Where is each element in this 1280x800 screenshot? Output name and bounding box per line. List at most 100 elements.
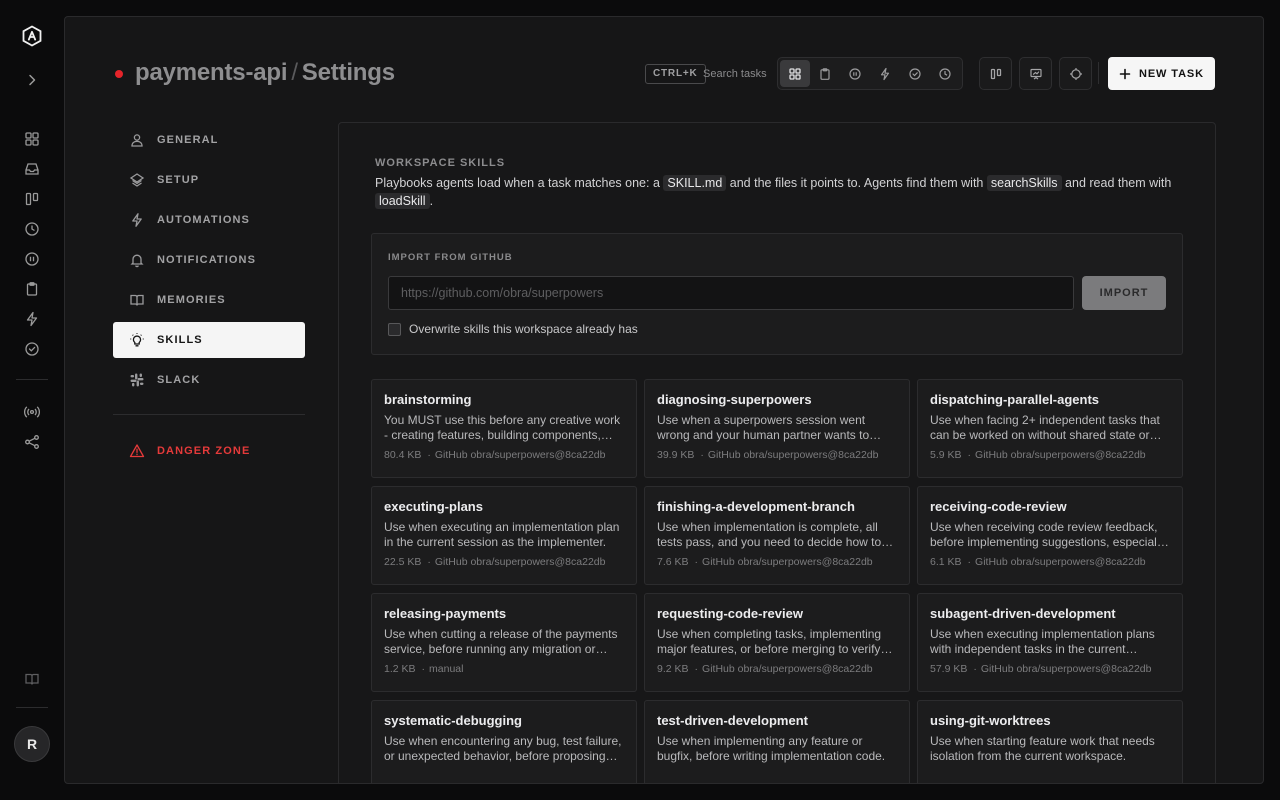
skill-description: Use when cutting a release of the paymen…: [384, 627, 618, 656]
skill-card[interactable]: dispatching-parallel-agents Use when faci…: [917, 379, 1183, 478]
share-icon[interactable]: [23, 433, 41, 451]
grid-icon[interactable]: [23, 130, 41, 148]
skill-name: subagent-driven-development: [930, 606, 1116, 621]
skill-description: Use when starting feature work that need…: [930, 734, 1155, 763]
grid-view-icon[interactable]: [780, 60, 810, 87]
board-toggle-icon[interactable]: [979, 57, 1012, 90]
nav-item-setup[interactable]: SETUP: [113, 162, 305, 198]
skill-source: GitHub obra/superpowers@8ca22db: [702, 663, 873, 675]
skill-card[interactable]: brainstorming You MUST use this before an…: [371, 379, 637, 478]
nav-item-slack[interactable]: SLACK: [113, 362, 305, 398]
presentation-icon[interactable]: [1019, 57, 1052, 90]
skill-description: Use when facing 2+ independent tasks tha…: [930, 413, 1160, 442]
nav-item-automations[interactable]: AUTOMATIONS: [113, 202, 305, 238]
desc-text: and read them with: [1065, 176, 1172, 190]
overwrite-label[interactable]: Overwrite skills this workspace already …: [409, 322, 638, 336]
nav-label: DANGER ZONE: [157, 445, 251, 457]
clock-view-icon[interactable]: [930, 60, 960, 87]
nav-item-general[interactable]: GENERAL: [113, 122, 305, 158]
skill-meta: 7.6 KB · GitHub obra/superpowers@8ca22db: [657, 556, 897, 568]
import-button[interactable]: IMPORT: [1082, 276, 1166, 310]
check-view-icon[interactable]: [900, 60, 930, 87]
skill-card[interactable]: systematic-debugging Use when encounterin…: [371, 700, 637, 783]
app-logo-icon[interactable]: [20, 24, 44, 48]
skill-source: GitHub obra/superpowers@8ca22db: [975, 449, 1146, 461]
nav-item-memories[interactable]: MEMORIES: [113, 282, 305, 318]
broadcast-icon[interactable]: [23, 403, 41, 421]
skill-name: test-driven-development: [657, 713, 808, 728]
clipboard-icon[interactable]: [23, 280, 41, 298]
bolt-view-icon[interactable]: [870, 60, 900, 87]
nav-divider: [113, 414, 305, 415]
pause-view-icon[interactable]: [840, 60, 870, 87]
skill-meta: 57.9 KB · GitHub obra/superpowers@8ca22db: [930, 663, 1170, 675]
skill-meta: 5.9 KB · GitHub obra/superpowers@8ca22db: [930, 449, 1170, 461]
avatar[interactable]: R: [14, 726, 50, 762]
skills-content: WORKSPACE SKILLS Playbooks agents load w…: [338, 122, 1216, 783]
skill-name: diagnosing-superpowers: [657, 392, 812, 407]
nav-label: GENERAL: [157, 134, 219, 146]
skill-meta: 39.9 KB · GitHub obra/superpowers@8ca22db: [657, 449, 897, 461]
crosshair-icon[interactable]: [1059, 57, 1092, 90]
section-title: WORKSPACE SKILLS: [375, 157, 506, 169]
skill-size: 39.9 KB: [657, 449, 695, 461]
nav-label: AUTOMATIONS: [157, 214, 250, 226]
nav-item-danger-zone[interactable]: DANGER ZONE: [113, 433, 305, 469]
desc-text: and the files it points to. Agents find …: [729, 176, 984, 190]
nav-label: SKILLS: [157, 334, 203, 346]
meta-separator: ·: [700, 449, 704, 461]
nav-item-notifications[interactable]: NOTIFICATIONS: [113, 242, 305, 278]
skill-card[interactable]: subagent-driven-development Use when exec…: [917, 593, 1183, 692]
skill-size: 57.9 KB: [930, 663, 968, 675]
page-name: Settings: [301, 59, 395, 86]
pause-icon[interactable]: [23, 250, 41, 268]
skills-grid: brainstorming You MUST use this before an…: [371, 379, 1183, 783]
status-dot: [115, 70, 123, 78]
bolt-icon[interactable]: [23, 310, 41, 328]
skill-name: finishing-a-development-branch: [657, 499, 855, 514]
section-description: Playbooks agents load when a task matche…: [375, 174, 1175, 210]
skill-card[interactable]: finishing-a-development-branch Use when i…: [644, 486, 910, 585]
board-icon[interactable]: [23, 190, 41, 208]
skill-card[interactable]: test-driven-development Use when implemen…: [644, 700, 910, 783]
skill-card[interactable]: diagnosing-superpowers Use when a superpo…: [644, 379, 910, 478]
skill-card[interactable]: releasing-payments Use when cutting a rel…: [371, 593, 637, 692]
skill-description: Use when a superpowers session went wron…: [657, 413, 870, 442]
search-tasks-label[interactable]: Search tasks: [703, 68, 767, 80]
lightbulb-icon: [129, 332, 145, 348]
check-circle-icon[interactable]: [23, 340, 41, 358]
import-label: IMPORT FROM GITHUB: [388, 252, 513, 263]
skill-source: manual: [429, 663, 464, 675]
overwrite-checkbox[interactable]: [388, 322, 401, 336]
inbox-icon[interactable]: [23, 160, 41, 178]
skill-description: Use when executing implementation plans …: [930, 627, 1155, 656]
skill-description: Use when implementing any feature or bug…: [657, 734, 886, 763]
new-task-button[interactable]: NEW TASK: [1108, 57, 1215, 90]
skill-card[interactable]: using-git-worktrees Use when starting fea…: [917, 700, 1183, 783]
github-url-input[interactable]: [388, 276, 1074, 310]
code-skill-md: SKILL.md: [663, 175, 727, 191]
project-name[interactable]: payments-api: [135, 59, 288, 86]
skill-source: GitHub obra/superpowers@8ca22db: [707, 449, 879, 461]
nav-item-skills[interactable]: SKILLS: [113, 322, 305, 358]
clipboard-view-icon[interactable]: [810, 60, 840, 87]
clock-icon[interactable]: [23, 220, 41, 238]
skill-meta: 22.5 KB · GitHub obra/superpowers@8ca22db: [384, 556, 624, 568]
meta-separator: ·: [427, 449, 431, 461]
skill-card[interactable]: receiving-code-review Use when receiving …: [917, 486, 1183, 585]
desc-text: .: [429, 194, 434, 208]
skill-size: 1.2 KB: [384, 663, 416, 675]
shortcut-badge[interactable]: CTRL+K: [645, 64, 706, 84]
bolt-icon: [129, 212, 145, 228]
skill-size: 22.5 KB: [384, 556, 422, 568]
meta-separator: ·: [421, 663, 426, 675]
chevron-right-icon[interactable]: [24, 72, 40, 88]
book-icon[interactable]: [23, 670, 41, 688]
warning-icon: [129, 443, 145, 459]
skill-description: Use when receiving code review feedback,…: [930, 520, 1166, 549]
skill-card[interactable]: requesting-code-review Use when completin…: [644, 593, 910, 692]
skill-name: receiving-code-review: [930, 499, 1067, 514]
skill-card[interactable]: executing-plans Use when executing an imp…: [371, 486, 637, 585]
skill-description: Use when completing tasks, implementing …: [657, 627, 882, 656]
skill-description: Use when encountering any bug, test fail…: [384, 734, 622, 763]
